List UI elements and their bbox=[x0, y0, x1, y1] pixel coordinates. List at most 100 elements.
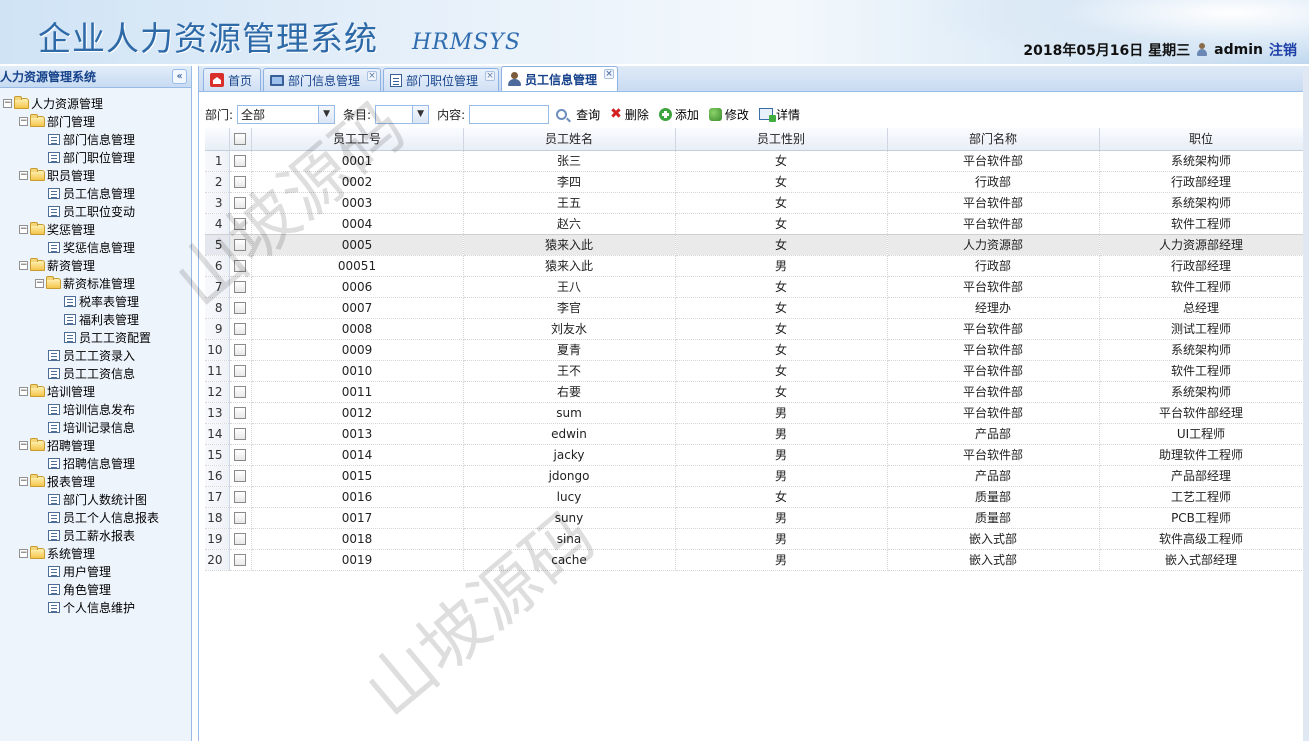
table-row[interactable]: 7 0006 王八女平台软件部 软件工程师 bbox=[205, 276, 1304, 298]
row-checkbox[interactable] bbox=[234, 218, 246, 230]
tree-item[interactable]: 员工信息管理 bbox=[0, 184, 191, 202]
tab-1[interactable]: 部门信息管理 × bbox=[263, 68, 382, 91]
close-icon[interactable]: × bbox=[367, 71, 378, 81]
tree-item[interactable]: 员工职位变动 bbox=[0, 202, 191, 220]
table-row[interactable]: 5 0005 猿来入此女人力资源部 人力资源部经理 bbox=[205, 233, 1304, 256]
tree-item[interactable]: 个人信息维护 bbox=[0, 598, 191, 616]
collapse-toggle-icon[interactable]: − bbox=[35, 278, 44, 288]
table-row[interactable]: 10 0009 夏青女平台软件部 系统架构师 bbox=[205, 339, 1304, 361]
row-checkbox[interactable] bbox=[234, 491, 246, 503]
tree-item[interactable]: 员工薪水报表 bbox=[0, 526, 191, 544]
table-row[interactable]: 6 00051 猿来入此男行政部 行政部经理 bbox=[205, 255, 1304, 277]
row-checkbox[interactable] bbox=[234, 554, 246, 566]
tree-item[interactable]: − 奖惩管理 bbox=[0, 220, 191, 238]
content-input[interactable] bbox=[469, 104, 550, 124]
tree-item[interactable]: 部门信息管理 bbox=[0, 130, 191, 148]
row-checkbox[interactable] bbox=[234, 323, 246, 335]
tree-item[interactable]: − 薪资标准管理 bbox=[0, 274, 191, 292]
table-row[interactable]: 4 0004 赵六女平台软件部 软件工程师 bbox=[205, 213, 1304, 235]
table-row[interactable]: 11 0010 王不女平台软件部 软件工程师 bbox=[205, 360, 1304, 382]
table-row[interactable]: 8 0007 李官女经理办 总经理 bbox=[205, 297, 1304, 319]
table-row[interactable]: 12 0011 右要女平台软件部 系统架构师 bbox=[205, 381, 1304, 403]
table-row[interactable]: 17 0016 lucy 女质量部 工艺工程师 bbox=[205, 486, 1304, 508]
edit-button[interactable]: 修改 bbox=[706, 106, 752, 123]
page-scrollbar[interactable] bbox=[1303, 66, 1309, 741]
column-header[interactable]: 职位 bbox=[1099, 128, 1304, 151]
row-checkbox[interactable] bbox=[234, 155, 246, 167]
tree-item[interactable]: 培训信息发布 bbox=[0, 400, 191, 418]
table-row[interactable]: 1 0001 张三女平台软件部 系统架构师 bbox=[205, 150, 1304, 172]
column-header[interactable]: 员工性别 bbox=[675, 128, 888, 151]
row-checkbox[interactable] bbox=[234, 512, 246, 524]
collapse-toggle-icon[interactable]: − bbox=[19, 224, 28, 234]
row-checkbox[interactable] bbox=[234, 428, 246, 440]
table-row[interactable]: 9 0008 刘友水女平台软件部 测试工程师 bbox=[205, 318, 1304, 340]
row-checkbox[interactable] bbox=[234, 386, 246, 398]
row-checkbox[interactable] bbox=[234, 365, 246, 377]
table-row[interactable]: 16 0015 jdongo 男产品部 产品部经理 bbox=[205, 465, 1304, 487]
tab-2[interactable]: 部门职位管理 × bbox=[383, 68, 500, 91]
table-row[interactable]: 3 0003 王五女平台软件部 系统架构师 bbox=[205, 192, 1304, 214]
column-header[interactable]: 部门名称 bbox=[887, 128, 1100, 151]
item-select[interactable]: ▼ bbox=[375, 104, 430, 124]
add-button[interactable]: 添加 bbox=[656, 106, 702, 123]
tree-item[interactable]: 员工个人信息报表 bbox=[0, 508, 191, 526]
column-header[interactable]: 员工工号 bbox=[251, 128, 464, 151]
tree-item[interactable]: 角色管理 bbox=[0, 580, 191, 598]
close-icon[interactable]: × bbox=[604, 69, 615, 79]
tree-item[interactable]: − 报表管理 bbox=[0, 472, 191, 490]
table-row[interactable]: 19 0018 sina 男嵌入式部 软件高级工程师 bbox=[205, 528, 1304, 550]
table-row[interactable]: 18 0017 suny 男质量部 PCB工程师 bbox=[205, 507, 1304, 529]
tree-item[interactable]: − 薪资管理 bbox=[0, 256, 191, 274]
tree-item[interactable]: 部门人数统计图 bbox=[0, 490, 191, 508]
row-checkbox[interactable] bbox=[234, 260, 246, 272]
tree-item[interactable]: 员工工资信息 bbox=[0, 364, 191, 382]
table-row[interactable]: 2 0002 李四女行政部 行政部经理 bbox=[205, 171, 1304, 193]
dept-select[interactable]: 全部 ▼ bbox=[237, 104, 336, 124]
table-row[interactable]: 14 0013 edwin 男产品部 UI工程师 bbox=[205, 423, 1304, 445]
tree-item[interactable]: − 培训管理 bbox=[0, 382, 191, 400]
column-header[interactable]: 员工姓名 bbox=[463, 128, 676, 151]
logout-link[interactable]: 注销 bbox=[1269, 40, 1297, 60]
chevron-down-icon[interactable]: ▼ bbox=[318, 105, 335, 123]
detail-button[interactable]: 详情 bbox=[756, 106, 803, 123]
collapse-toggle-icon[interactable]: − bbox=[19, 260, 28, 270]
collapse-toggle-icon[interactable]: − bbox=[19, 440, 28, 450]
tree-item[interactable]: − 部门管理 bbox=[0, 112, 191, 130]
row-checkbox[interactable] bbox=[234, 470, 246, 482]
tree-item[interactable]: 福利表管理 bbox=[0, 310, 191, 328]
tree-item[interactable]: − 招聘管理 bbox=[0, 436, 191, 454]
collapse-toggle-icon[interactable]: − bbox=[19, 548, 28, 558]
tree-item[interactable]: − 系统管理 bbox=[0, 544, 191, 562]
table-row[interactable]: 15 0014 jacky 男平台软件部 助理软件工程师 bbox=[205, 444, 1304, 466]
select-all-checkbox[interactable] bbox=[234, 133, 246, 146]
row-checkbox[interactable] bbox=[234, 197, 246, 209]
table-row[interactable]: 13 0012 sum 男平台软件部 平台软件部经理 bbox=[205, 402, 1304, 424]
tree-item[interactable]: 员工工资配置 bbox=[0, 328, 191, 346]
row-checkbox[interactable] bbox=[234, 239, 246, 251]
tab-3[interactable]: 员工信息管理 × bbox=[501, 66, 619, 91]
row-checkbox[interactable] bbox=[234, 449, 246, 461]
row-checkbox[interactable] bbox=[234, 281, 246, 293]
tree-item[interactable]: 奖惩信息管理 bbox=[0, 238, 191, 256]
collapse-toggle-icon[interactable]: − bbox=[19, 116, 28, 126]
query-button[interactable]: 查询 bbox=[553, 106, 603, 123]
tab-0[interactable]: 首页 bbox=[203, 68, 262, 91]
row-checkbox[interactable] bbox=[234, 344, 246, 356]
row-checkbox[interactable] bbox=[234, 407, 246, 419]
row-checkbox[interactable] bbox=[234, 533, 246, 545]
tree-item[interactable]: 税率表管理 bbox=[0, 292, 191, 310]
collapse-toggle-icon[interactable]: − bbox=[19, 170, 28, 180]
collapse-toggle-icon[interactable]: − bbox=[3, 98, 12, 108]
tree-item[interactable]: 招聘信息管理 bbox=[0, 454, 191, 472]
delete-button[interactable]: ✖ 删除 bbox=[607, 106, 652, 123]
tree-item[interactable]: 用户管理 bbox=[0, 562, 191, 580]
tree-item[interactable]: 部门职位管理 bbox=[0, 148, 191, 166]
collapse-toggle-icon[interactable]: − bbox=[19, 476, 28, 486]
tree-item[interactable]: 员工工资录入 bbox=[0, 346, 191, 364]
table-row[interactable]: 20 0019 cache 男嵌入式部 嵌入式部经理 bbox=[205, 549, 1304, 571]
tree-item[interactable]: − 人力资源管理 bbox=[0, 94, 191, 112]
chevron-down-icon[interactable]: ▼ bbox=[412, 105, 429, 123]
row-checkbox[interactable] bbox=[234, 176, 246, 188]
tree-item[interactable]: − 职员管理 bbox=[0, 166, 191, 184]
